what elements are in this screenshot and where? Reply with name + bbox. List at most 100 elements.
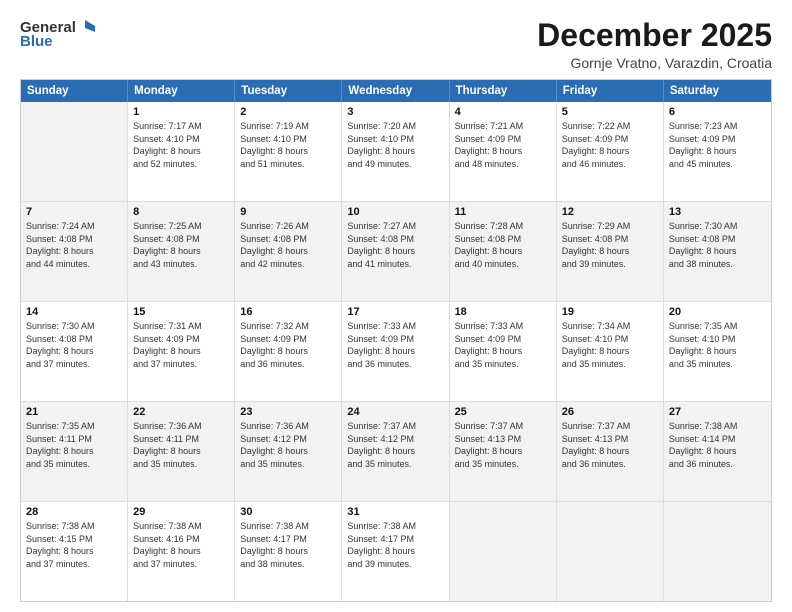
calendar-cell: 11 Sunrise: 7:28 AM Sunset: 4:08 PM Dayli… bbox=[450, 202, 557, 301]
cell-info: Sunrise: 7:37 AM Sunset: 4:13 PM Dayligh… bbox=[455, 420, 551, 470]
day-number: 15 bbox=[133, 306, 229, 318]
subtitle: Gornje Vratno, Varazdin, Croatia bbox=[537, 55, 772, 71]
day-number: 25 bbox=[455, 406, 551, 418]
calendar-cell: 2 Sunrise: 7:19 AM Sunset: 4:10 PM Daylig… bbox=[235, 102, 342, 201]
calendar-cell bbox=[450, 502, 557, 601]
cell-info: Sunrise: 7:36 AM Sunset: 4:12 PM Dayligh… bbox=[240, 420, 336, 470]
day-number: 9 bbox=[240, 206, 336, 218]
calendar-cell: 15 Sunrise: 7:31 AM Sunset: 4:09 PM Dayli… bbox=[128, 302, 235, 401]
calendar-cell: 8Sunrise: 7:25 AM Sunset: 4:08 PM Daylig… bbox=[128, 202, 235, 301]
calendar-header: Sunday Monday Tuesday Wednesday Thursday… bbox=[21, 80, 771, 102]
calendar-cell: 21 Sunrise: 7:35 AM Sunset: 4:11 PM Dayli… bbox=[21, 402, 128, 501]
cell-info: Sunrise: 7:38 AM Sunset: 4:15 PM Dayligh… bbox=[26, 520, 122, 570]
calendar-body: 1Sunrise: 7:17 AM Sunset: 4:10 PM Daylig… bbox=[21, 102, 771, 601]
calendar-cell: 16Sunrise: 7:32 AM Sunset: 4:09 PM Dayli… bbox=[235, 302, 342, 401]
calendar-cell: 20 Sunrise: 7:35 AM Sunset: 4:10 PM Dayli… bbox=[664, 302, 771, 401]
cell-info: Sunrise: 7:28 AM Sunset: 4:08 PM Dayligh… bbox=[455, 220, 551, 270]
cell-info: Sunrise: 7:37 AM Sunset: 4:12 PM Dayligh… bbox=[347, 420, 443, 470]
cell-info: Sunrise: 7:37 AM Sunset: 4:13 PM Dayligh… bbox=[562, 420, 658, 470]
calendar-cell: 13 Sunrise: 7:30 AM Sunset: 4:08 PM Dayli… bbox=[664, 202, 771, 301]
cell-info: Sunrise: 7:33 AM Sunset: 4:09 PM Dayligh… bbox=[347, 320, 443, 370]
cell-info: Sunrise: 7:29 AM Sunset: 4:08 PM Dayligh… bbox=[562, 220, 658, 270]
calendar-week-3: 14 Sunrise: 7:30 AM Sunset: 4:08 PM Dayli… bbox=[21, 302, 771, 402]
calendar-cell: 10 Sunrise: 7:27 AM Sunset: 4:08 PM Dayli… bbox=[342, 202, 449, 301]
day-number: 12 bbox=[562, 206, 658, 218]
cell-info: Sunrise: 7:19 AM Sunset: 4:10 PM Dayligh… bbox=[240, 120, 336, 170]
cell-info: Sunrise: 7:36 AM Sunset: 4:11 PM Dayligh… bbox=[133, 420, 229, 470]
cell-info: Sunrise: 7:27 AM Sunset: 4:08 PM Dayligh… bbox=[347, 220, 443, 270]
calendar-cell bbox=[557, 502, 664, 601]
day-number: 13 bbox=[669, 206, 766, 218]
day-number: 20 bbox=[669, 306, 766, 318]
calendar-week-4: 21 Sunrise: 7:35 AM Sunset: 4:11 PM Dayli… bbox=[21, 402, 771, 502]
day-number: 29 bbox=[133, 506, 229, 518]
calendar-cell bbox=[21, 102, 128, 201]
header-sunday: Sunday bbox=[21, 80, 128, 102]
cell-info: Sunrise: 7:23 AM Sunset: 4:09 PM Dayligh… bbox=[669, 120, 766, 170]
logo-blue: Blue bbox=[20, 33, 53, 50]
day-number: 16 bbox=[240, 306, 336, 318]
header-thursday: Thursday bbox=[450, 80, 557, 102]
page: General Blue December 2025 Gornje Vratno… bbox=[0, 0, 792, 612]
calendar-cell: 18 Sunrise: 7:33 AM Sunset: 4:09 PM Dayli… bbox=[450, 302, 557, 401]
calendar-cell: 28 Sunrise: 7:38 AM Sunset: 4:15 PM Dayli… bbox=[21, 502, 128, 601]
header-friday: Friday bbox=[557, 80, 664, 102]
day-number: 8 bbox=[133, 206, 229, 218]
header: General Blue December 2025 Gornje Vratno… bbox=[20, 18, 772, 71]
calendar-cell: 27 Sunrise: 7:38 AM Sunset: 4:14 PM Dayli… bbox=[664, 402, 771, 501]
calendar-cell: 26 Sunrise: 7:37 AM Sunset: 4:13 PM Dayli… bbox=[557, 402, 664, 501]
calendar-cell: 23 Sunrise: 7:36 AM Sunset: 4:12 PM Dayli… bbox=[235, 402, 342, 501]
calendar-cell: 29Sunrise: 7:38 AM Sunset: 4:16 PM Dayli… bbox=[128, 502, 235, 601]
header-monday: Monday bbox=[128, 80, 235, 102]
calendar-cell: 17Sunrise: 7:33 AM Sunset: 4:09 PM Dayli… bbox=[342, 302, 449, 401]
day-number: 3 bbox=[347, 106, 443, 118]
day-number: 6 bbox=[669, 106, 766, 118]
cell-info: Sunrise: 7:38 AM Sunset: 4:14 PM Dayligh… bbox=[669, 420, 766, 470]
day-number: 21 bbox=[26, 406, 122, 418]
calendar-cell: 4 Sunrise: 7:21 AM Sunset: 4:09 PM Daylig… bbox=[450, 102, 557, 201]
calendar-cell: 5 Sunrise: 7:22 AM Sunset: 4:09 PM Daylig… bbox=[557, 102, 664, 201]
calendar-cell bbox=[664, 502, 771, 601]
day-number: 30 bbox=[240, 506, 336, 518]
day-number: 5 bbox=[562, 106, 658, 118]
day-number: 11 bbox=[455, 206, 551, 218]
calendar: Sunday Monday Tuesday Wednesday Thursday… bbox=[20, 79, 772, 602]
calendar-cell: 30Sunrise: 7:38 AM Sunset: 4:17 PM Dayli… bbox=[235, 502, 342, 601]
calendar-cell: 7 Sunrise: 7:24 AM Sunset: 4:08 PM Daylig… bbox=[21, 202, 128, 301]
cell-info: Sunrise: 7:17 AM Sunset: 4:10 PM Dayligh… bbox=[133, 120, 229, 170]
day-number: 14 bbox=[26, 306, 122, 318]
cell-info: Sunrise: 7:38 AM Sunset: 4:17 PM Dayligh… bbox=[347, 520, 443, 570]
cell-info: Sunrise: 7:30 AM Sunset: 4:08 PM Dayligh… bbox=[669, 220, 766, 270]
calendar-week-2: 7 Sunrise: 7:24 AM Sunset: 4:08 PM Daylig… bbox=[21, 202, 771, 302]
cell-info: Sunrise: 7:21 AM Sunset: 4:09 PM Dayligh… bbox=[455, 120, 551, 170]
header-tuesday: Tuesday bbox=[235, 80, 342, 102]
day-number: 18 bbox=[455, 306, 551, 318]
cell-info: Sunrise: 7:24 AM Sunset: 4:08 PM Dayligh… bbox=[26, 220, 122, 270]
day-number: 10 bbox=[347, 206, 443, 218]
day-number: 2 bbox=[240, 106, 336, 118]
day-number: 23 bbox=[240, 406, 336, 418]
cell-info: Sunrise: 7:30 AM Sunset: 4:08 PM Dayligh… bbox=[26, 320, 122, 370]
cell-info: Sunrise: 7:35 AM Sunset: 4:10 PM Dayligh… bbox=[669, 320, 766, 370]
calendar-cell: 6 Sunrise: 7:23 AM Sunset: 4:09 PM Daylig… bbox=[664, 102, 771, 201]
main-title: December 2025 bbox=[537, 18, 772, 53]
calendar-cell: 12 Sunrise: 7:29 AM Sunset: 4:08 PM Dayli… bbox=[557, 202, 664, 301]
cell-info: Sunrise: 7:35 AM Sunset: 4:11 PM Dayligh… bbox=[26, 420, 122, 470]
cell-info: Sunrise: 7:33 AM Sunset: 4:09 PM Dayligh… bbox=[455, 320, 551, 370]
cell-info: Sunrise: 7:26 AM Sunset: 4:08 PM Dayligh… bbox=[240, 220, 336, 270]
cell-info: Sunrise: 7:31 AM Sunset: 4:09 PM Dayligh… bbox=[133, 320, 229, 370]
day-number: 22 bbox=[133, 406, 229, 418]
header-saturday: Saturday bbox=[664, 80, 771, 102]
day-number: 28 bbox=[26, 506, 122, 518]
calendar-week-1: 1Sunrise: 7:17 AM Sunset: 4:10 PM Daylig… bbox=[21, 102, 771, 202]
cell-info: Sunrise: 7:22 AM Sunset: 4:09 PM Dayligh… bbox=[562, 120, 658, 170]
header-wednesday: Wednesday bbox=[342, 80, 449, 102]
day-number: 27 bbox=[669, 406, 766, 418]
day-number: 26 bbox=[562, 406, 658, 418]
day-number: 7 bbox=[26, 206, 122, 218]
day-number: 4 bbox=[455, 106, 551, 118]
calendar-cell: 24 Sunrise: 7:37 AM Sunset: 4:12 PM Dayli… bbox=[342, 402, 449, 501]
day-number: 24 bbox=[347, 406, 443, 418]
calendar-week-5: 28 Sunrise: 7:38 AM Sunset: 4:15 PM Dayli… bbox=[21, 502, 771, 601]
day-number: 19 bbox=[562, 306, 658, 318]
